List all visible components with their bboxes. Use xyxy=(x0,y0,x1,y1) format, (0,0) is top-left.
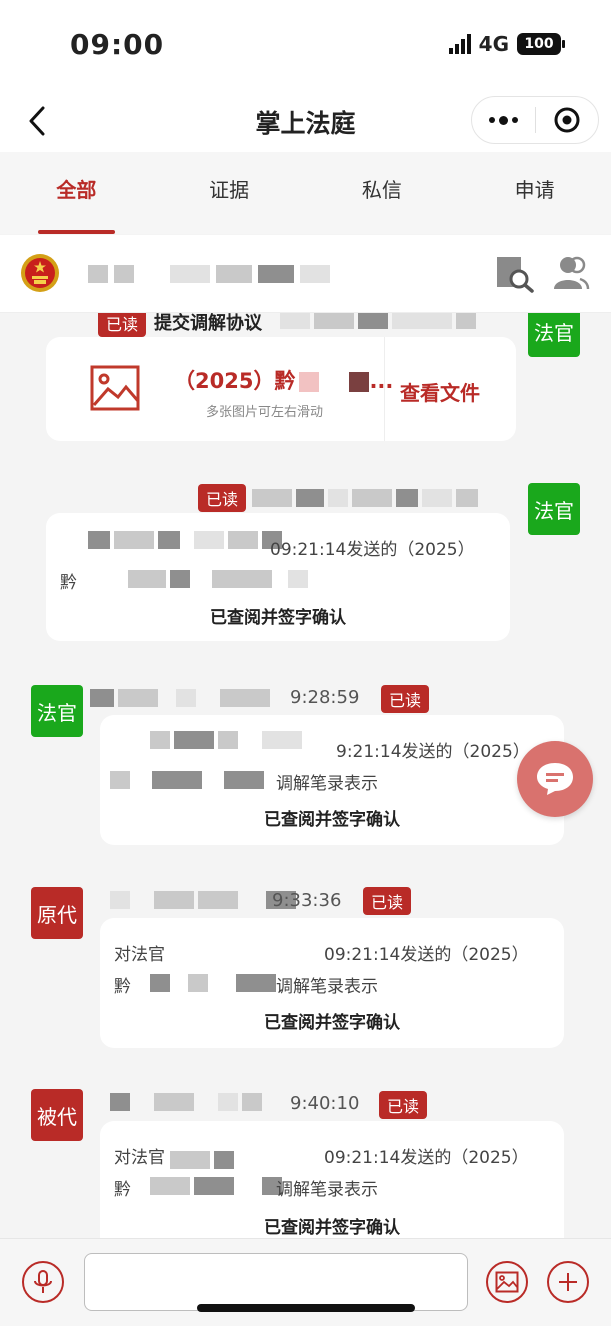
read-badge: 已读 xyxy=(363,887,412,915)
tab-all[interactable]: 全部 xyxy=(0,152,153,234)
home-indicator xyxy=(197,1304,415,1312)
status-time: 09:00 xyxy=(70,28,165,61)
image-icon xyxy=(90,365,140,411)
tab-evidence[interactable]: 证据 xyxy=(153,152,306,234)
users-icon[interactable] xyxy=(550,253,590,293)
message-title: 提交调解协议 xyxy=(154,313,262,334)
status-bar: 09:00 4G 100 xyxy=(0,0,611,90)
file-subtitle: 多张图片可左右滑动 xyxy=(206,405,324,420)
role-avatar-judge: 法官 xyxy=(528,313,580,357)
image-button[interactable] xyxy=(486,1261,528,1303)
image-icon xyxy=(495,1271,519,1293)
read-badge: 已读 xyxy=(381,685,430,713)
battery-icon: 100 xyxy=(517,33,565,55)
network-type: 4G xyxy=(478,32,509,56)
tab-private-message[interactable]: 私信 xyxy=(306,152,459,234)
message-time: 9:40:10 xyxy=(290,1093,360,1114)
mini-program-capsule xyxy=(471,96,599,144)
chat-bubble-icon xyxy=(537,763,573,795)
search-file-icon[interactable] xyxy=(495,253,535,293)
case-header xyxy=(0,235,611,313)
input-bar xyxy=(0,1238,611,1326)
nav-bar: 掌上法庭 xyxy=(0,90,611,152)
plus-button[interactable] xyxy=(547,1261,589,1303)
chat-float-button[interactable] xyxy=(517,741,593,817)
message-card[interactable]: 09:21:14发送的（2025） 黔 已查阅并签字确认 xyxy=(46,513,510,641)
status-indicators: 4G 100 xyxy=(448,32,565,56)
target-icon xyxy=(554,107,580,133)
voice-button[interactable] xyxy=(22,1261,64,1303)
case-number-redacted xyxy=(88,265,330,283)
more-icon xyxy=(488,117,495,123)
tab-bar: 全部 证据 私信 申请 xyxy=(0,152,611,234)
court-emblem-icon xyxy=(21,254,59,292)
role-avatar-defendant-agent: 被代 xyxy=(31,1089,83,1141)
plus-icon xyxy=(559,1273,577,1291)
role-avatar-judge: 法官 xyxy=(31,685,83,737)
role-avatar-plaintiff-agent: 原代 xyxy=(31,887,83,939)
tab-application[interactable]: 申请 xyxy=(458,152,611,234)
file-title: （2025）黔... xyxy=(174,369,394,393)
read-badge: 已读 xyxy=(98,313,147,337)
more-button[interactable] xyxy=(472,115,535,125)
read-badge: 已读 xyxy=(379,1091,428,1119)
chat-feed[interactable]: 已读 提交调解协议 法官 （2025）黔... 多张图片可左右滑动 查看文件 已… xyxy=(0,313,611,1238)
file-message-card[interactable]: （2025）黔... 多张图片可左右滑动 查看文件 xyxy=(46,337,516,441)
close-button[interactable] xyxy=(536,106,599,134)
role-avatar-judge: 法官 xyxy=(528,483,580,535)
microphone-icon xyxy=(34,1270,52,1293)
view-file-button[interactable]: 查看文件 xyxy=(400,377,480,406)
message-input[interactable] xyxy=(84,1253,468,1311)
message-card[interactable]: 对法官 09:21:14发送的（2025） 黔 调解笔录表示 已查阅并签字确认 xyxy=(100,918,564,1048)
message-time: 9:33:36 xyxy=(272,890,342,911)
signal-icon xyxy=(448,34,471,54)
message-time: 9:28:59 xyxy=(290,687,360,708)
message-card[interactable]: 对法官 09:21:14发送的（2025） 黔 调解笔录表示 已查阅并签字确认 xyxy=(100,1121,564,1238)
read-badge: 已读 xyxy=(198,484,247,512)
message-card[interactable]: 9:21:14发送的（2025） 调解笔录表示 已查阅并签字确认 xyxy=(100,715,564,845)
